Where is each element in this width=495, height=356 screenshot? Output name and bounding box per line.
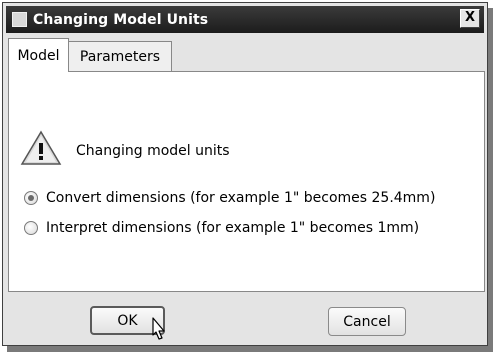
- cancel-button[interactable]: Cancel: [328, 307, 406, 336]
- convert-dimensions-option[interactable]: Convert dimensions (for example 1" becom…: [24, 190, 435, 206]
- message-text: Changing model units: [76, 143, 230, 159]
- convert-label: Convert dimensions (for example 1" becom…: [46, 190, 436, 206]
- window-icon: [12, 12, 27, 27]
- window-title: Changing Model Units: [33, 11, 209, 28]
- tab-parameters[interactable]: Parameters: [69, 41, 172, 71]
- convert-radio[interactable]: [24, 191, 38, 205]
- close-button[interactable]: X: [460, 9, 480, 28]
- interpret-label: Interpret dimensions (for example 1" bec…: [46, 220, 420, 236]
- title-bar: Changing Model Units X: [6, 6, 484, 33]
- warning-icon: [20, 130, 62, 165]
- interpret-dimensions-option[interactable]: Interpret dimensions (for example 1" bec…: [24, 220, 419, 236]
- tab-model[interactable]: Model: [8, 38, 69, 72]
- interpret-radio[interactable]: [24, 221, 38, 235]
- mouse-cursor-icon: [152, 317, 165, 340]
- model-tab-panel: [8, 71, 485, 292]
